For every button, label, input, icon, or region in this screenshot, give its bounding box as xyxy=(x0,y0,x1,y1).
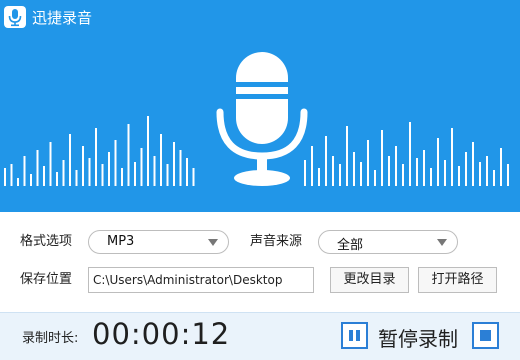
waveform-bar xyxy=(192,168,195,186)
format-select[interactable]: MP3 xyxy=(88,230,229,254)
save-path-field[interactable]: C:\Users\Administrator\Desktop xyxy=(88,267,314,293)
visualizer-panel: 迅捷录音 xyxy=(0,0,520,212)
waveform-bar xyxy=(153,156,156,186)
waveform-bar xyxy=(43,166,45,186)
waveform-bar xyxy=(360,162,362,186)
waveform-bar xyxy=(134,162,136,186)
waveform-bar xyxy=(10,164,13,186)
waveform-bar xyxy=(69,134,71,186)
pause-button[interactable] xyxy=(341,322,368,349)
waveform-bar xyxy=(409,122,411,186)
waveform-bar xyxy=(30,174,32,186)
waveform-bar xyxy=(325,136,327,186)
open-path-button[interactable]: 打开路径 xyxy=(418,267,497,293)
format-row: 格式选项 MP3 声音来源 全部 xyxy=(0,228,520,256)
save-label: 保存位置 xyxy=(20,272,73,287)
waveform-bar xyxy=(49,142,52,186)
duration-value: 00:00:12 xyxy=(92,317,231,351)
waveform-bar xyxy=(147,116,149,186)
waveform-bar xyxy=(416,158,418,186)
waveform-bar xyxy=(423,150,425,186)
waveform-bar xyxy=(444,160,446,186)
waveform-bar xyxy=(367,140,369,186)
waveform-bar xyxy=(465,152,467,186)
waveform-bar xyxy=(140,148,143,186)
waveform-bar xyxy=(381,130,383,186)
source-value: 全部 xyxy=(337,238,364,253)
waveform-bar xyxy=(402,164,404,186)
stop-icon xyxy=(480,330,491,341)
waveform-bar xyxy=(88,158,91,186)
waveform-bar xyxy=(339,164,341,186)
waveform-bar xyxy=(437,138,439,186)
save-row: 保存位置 C:\Users\Administrator\Desktop 更改目录… xyxy=(0,266,520,294)
waveform-bar xyxy=(493,170,495,186)
waveform-bar xyxy=(458,166,460,186)
chevron-down-icon xyxy=(208,239,218,246)
waveform-bar xyxy=(332,156,334,186)
stop-button[interactable] xyxy=(472,322,499,349)
waveform-bar xyxy=(4,168,6,186)
waveform-bar xyxy=(160,134,162,186)
waveform-bar xyxy=(451,128,453,186)
waveform-bar xyxy=(346,126,348,186)
change-directory-button[interactable]: 更改目录 xyxy=(330,267,409,293)
waveform-bar xyxy=(75,170,78,186)
source-select[interactable]: 全部 xyxy=(318,230,458,254)
chevron-down-icon xyxy=(437,239,447,246)
recorder-window: 迅捷录音 格式选项 MP3 声音来源 全部 保存位置 C:\Users\Admi… xyxy=(0,0,520,360)
waveform-bar xyxy=(166,164,169,186)
waveform-bar xyxy=(101,164,104,186)
waveform-bar xyxy=(95,128,97,186)
format-label: 格式选项 xyxy=(20,234,73,249)
pause-recording-label[interactable]: 暂停录制 xyxy=(378,323,458,352)
waveform-bar xyxy=(23,156,26,186)
settings-panel: 格式选项 MP3 声音来源 全部 保存位置 C:\Users\Administr… xyxy=(0,212,520,312)
waveform-bar xyxy=(430,168,432,186)
waveform-bar xyxy=(82,146,84,186)
format-value: MP3 xyxy=(107,234,135,249)
waveform-bar xyxy=(479,162,481,186)
waveform-bar xyxy=(507,164,509,186)
waveform-bar xyxy=(500,148,502,186)
waveform-bar xyxy=(56,172,58,186)
waveform-bar xyxy=(388,156,390,186)
waveform-bar xyxy=(186,158,188,186)
waveform-bar xyxy=(374,170,376,186)
waveform-bar xyxy=(353,152,355,186)
waveform-bar xyxy=(486,156,488,186)
waveform-bar xyxy=(472,142,474,186)
waveform-bar xyxy=(318,168,320,186)
waveform-bar xyxy=(17,178,19,186)
waveform-bar xyxy=(395,146,397,186)
waveform-bar xyxy=(108,152,110,186)
waveform-bar xyxy=(36,150,39,186)
source-label: 声音来源 xyxy=(250,234,303,249)
status-bar: 录制时长: 00:00:12 暂停录制 xyxy=(0,312,520,360)
waveform-bar xyxy=(114,140,117,186)
waveform-bar xyxy=(62,160,65,186)
waveform-bar xyxy=(127,124,130,186)
waveform-bar xyxy=(173,142,175,186)
waveform-bar xyxy=(121,168,123,186)
duration-label: 录制时长: xyxy=(22,331,79,346)
microphone-illustration xyxy=(216,52,308,186)
waveform-bar xyxy=(179,150,182,186)
